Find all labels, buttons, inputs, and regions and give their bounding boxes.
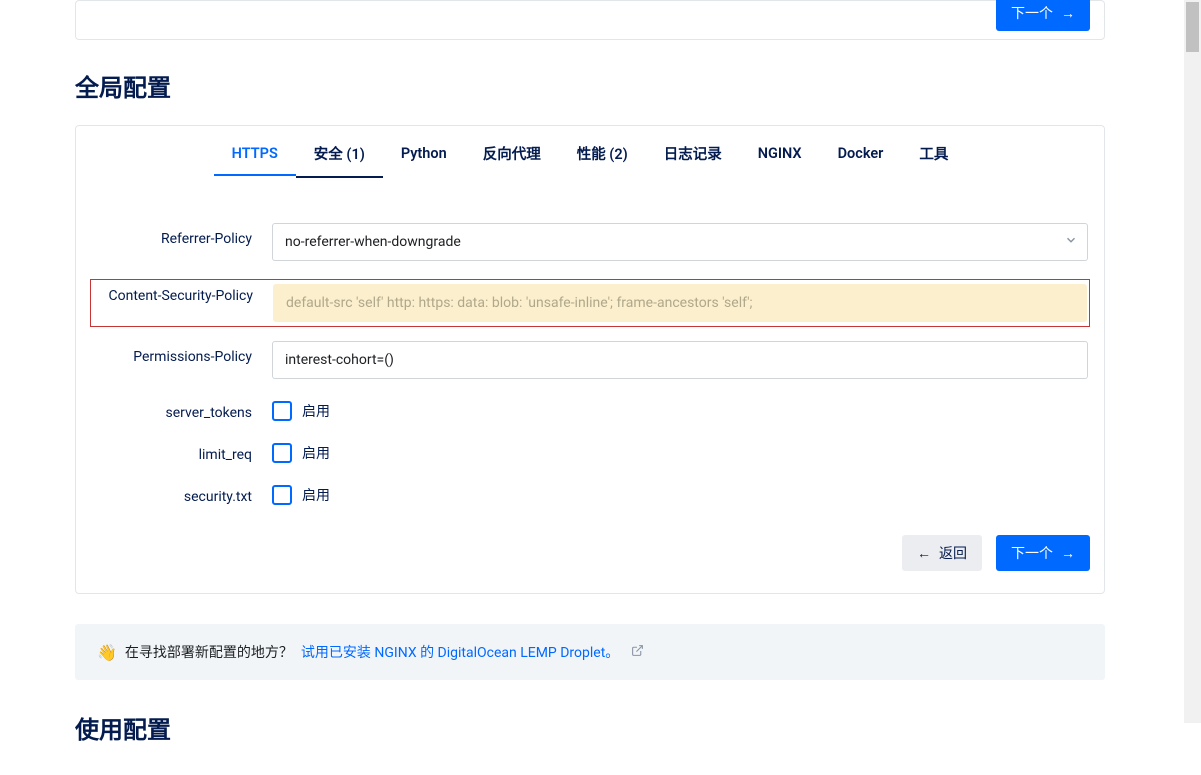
card-footer: ← 返回 下一个 → <box>76 529 1104 593</box>
tab-docker[interactable]: Docker <box>820 129 902 178</box>
checkbox-limit-req[interactable] <box>272 443 292 463</box>
global-config-card: HTTPS 安全 (1) Python 反向代理 性能 (2) 日志记录 NGI… <box>75 125 1105 594</box>
tab-performance[interactable]: 性能 (2) <box>559 127 646 180</box>
tab-tools[interactable]: 工具 <box>901 127 966 180</box>
next-button-label: 下一个 <box>1011 543 1053 563</box>
tab-logging[interactable]: 日志记录 <box>646 127 740 180</box>
arrow-left-icon: ← <box>917 545 931 561</box>
form-area: Referrer-Policy Content-Security-Policy <box>76 181 1104 529</box>
tab-docker-label: Docker <box>838 145 884 162</box>
section-title-global-config: 全局配置 <box>75 68 1105 103</box>
back-button-label: 返回 <box>939 543 967 563</box>
label-referrer-policy: Referrer-Policy <box>90 223 272 247</box>
row-server-tokens: server_tokens 启用 <box>90 397 1090 421</box>
scrollbar-thumb[interactable] <box>1186 2 1199 52</box>
tab-security[interactable]: 安全 (1) <box>296 127 383 180</box>
label-security-txt: security.txt <box>90 481 272 505</box>
tab-nginx[interactable]: NGINX <box>740 129 820 178</box>
row-security-txt: security.txt 启用 <box>90 481 1090 505</box>
section-title-usage: 使用配置 <box>75 710 1105 745</box>
tab-reverse-proxy[interactable]: 反向代理 <box>465 127 559 180</box>
row-content-security-policy: Content-Security-Policy <box>90 279 1090 327</box>
tab-reverse-proxy-label: 反向代理 <box>483 146 541 163</box>
arrow-right-icon: → <box>1061 5 1075 21</box>
wave-emoji-icon: 👋 <box>97 643 117 662</box>
tab-security-label: 安全 (1) <box>314 146 365 163</box>
label-content-security-policy: Content-Security-Policy <box>91 284 273 306</box>
row-referrer-policy: Referrer-Policy <box>90 223 1090 261</box>
tab-performance-label: 性能 (2) <box>577 146 628 163</box>
label-permissions-policy: Permissions-Policy <box>90 341 272 365</box>
checkbox-server-tokens[interactable] <box>272 401 292 421</box>
checkbox-security-txt[interactable] <box>272 485 292 505</box>
tab-nginx-label: NGINX <box>758 145 802 162</box>
promo-link-text: 试用已安装 NGINX 的 DigitalOcean LEMP Droplet。 <box>301 645 619 661</box>
checkbox-security-txt-label: 启用 <box>302 485 330 505</box>
next-button[interactable]: 下一个 → <box>996 535 1090 571</box>
row-limit-req: limit_req 启用 <box>90 439 1090 463</box>
input-content-security-policy[interactable] <box>273 284 1087 322</box>
arrow-right-icon: → <box>1061 545 1075 561</box>
tab-tools-label: 工具 <box>919 146 948 163</box>
checkbox-limit-req-label: 启用 <box>302 443 330 463</box>
promo-bar: 👋 在寻找部署新配置的地方？ 试用已安装 NGINX 的 DigitalOcea… <box>75 624 1105 680</box>
tab-https[interactable]: HTTPS <box>214 129 296 178</box>
tab-logging-label: 日志记录 <box>664 146 722 163</box>
previous-section-card: 下一个 → <box>75 0 1105 40</box>
next-button-top-label: 下一个 <box>1011 3 1053 23</box>
promo-text: 在寻找部署新配置的地方？ <box>125 642 293 662</box>
next-button-top[interactable]: 下一个 → <box>996 0 1090 31</box>
select-referrer-policy[interactable] <box>272 223 1088 261</box>
checkbox-server-tokens-label: 启用 <box>302 401 330 421</box>
label-limit-req: limit_req <box>90 439 272 463</box>
back-button[interactable]: ← 返回 <box>902 535 982 571</box>
promo-link[interactable]: 试用已安装 NGINX 的 DigitalOcean LEMP Droplet。 <box>301 642 619 662</box>
row-permissions-policy: Permissions-Policy <box>90 341 1090 379</box>
tabs-bar: HTTPS 安全 (1) Python 反向代理 性能 (2) 日志记录 NGI… <box>76 126 1104 181</box>
tab-https-label: HTTPS <box>232 145 278 162</box>
label-server-tokens: server_tokens <box>90 397 272 421</box>
external-link-icon <box>631 644 644 661</box>
tab-python[interactable]: Python <box>383 129 465 178</box>
input-permissions-policy[interactable] <box>272 341 1088 379</box>
tab-python-label: Python <box>401 145 447 162</box>
scrollbar-track[interactable] <box>1184 0 1201 723</box>
